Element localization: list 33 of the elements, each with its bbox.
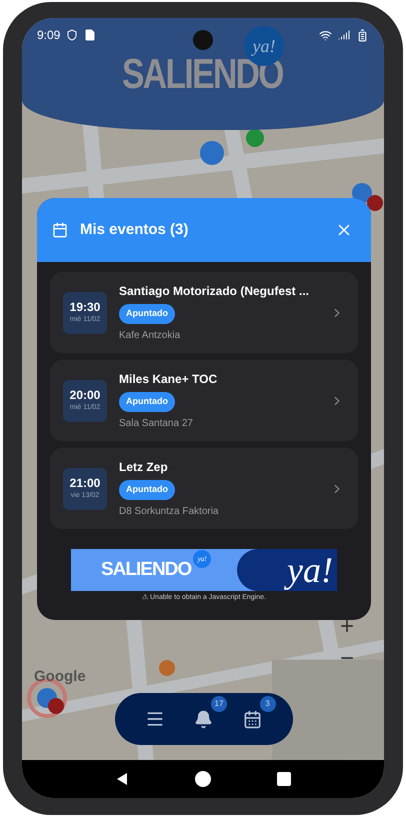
- map-pin-icon[interactable]: [352, 183, 384, 213]
- calendar-icon: [52, 222, 68, 238]
- battery-icon: [356, 28, 369, 42]
- map-attribution: Google: [34, 667, 86, 687]
- shield-icon: [66, 29, 78, 41]
- map-pin-icon[interactable]: [246, 129, 264, 147]
- banner-logo: SALIENDO: [101, 558, 192, 582]
- count-badge: 3: [260, 696, 276, 712]
- event-time: 20:00: [70, 388, 100, 403]
- event-title: Miles Kane+ TOC: [119, 371, 218, 388]
- sd-card-icon: [84, 29, 96, 41]
- event-venue: D8 Sorkuntza Faktoria: [119, 504, 218, 519]
- event-title: Letz Zep: [119, 459, 168, 476]
- event-title: Santiago Motorizado (Negufest ...: [119, 283, 310, 300]
- status-badge: Apuntado: [119, 392, 175, 412]
- count-badge: 17: [210, 696, 227, 712]
- signal-icon: [338, 29, 350, 41]
- bell-icon: [194, 710, 214, 728]
- dialog-title: Mis eventos (3): [80, 220, 190, 240]
- map-pin-icon[interactable]: [200, 141, 224, 165]
- calendar-icon: [243, 710, 262, 728]
- wifi-icon: [319, 28, 332, 42]
- event-venue: Kafe Antzokia: [119, 328, 180, 343]
- status-time: 9:09: [37, 27, 60, 44]
- event-time: 21:00: [70, 476, 100, 491]
- home-icon[interactable]: [195, 771, 211, 787]
- status-badge: Apuntado: [119, 480, 175, 500]
- zoom-out-button[interactable]: −: [332, 644, 362, 674]
- event-venue: Sala Santana 27: [119, 416, 193, 431]
- status-badge: Apuntado: [119, 304, 175, 324]
- event-time: 19:30: [70, 300, 100, 315]
- banner-slogan: ya!: [237, 549, 337, 591]
- back-icon[interactable]: [115, 772, 129, 786]
